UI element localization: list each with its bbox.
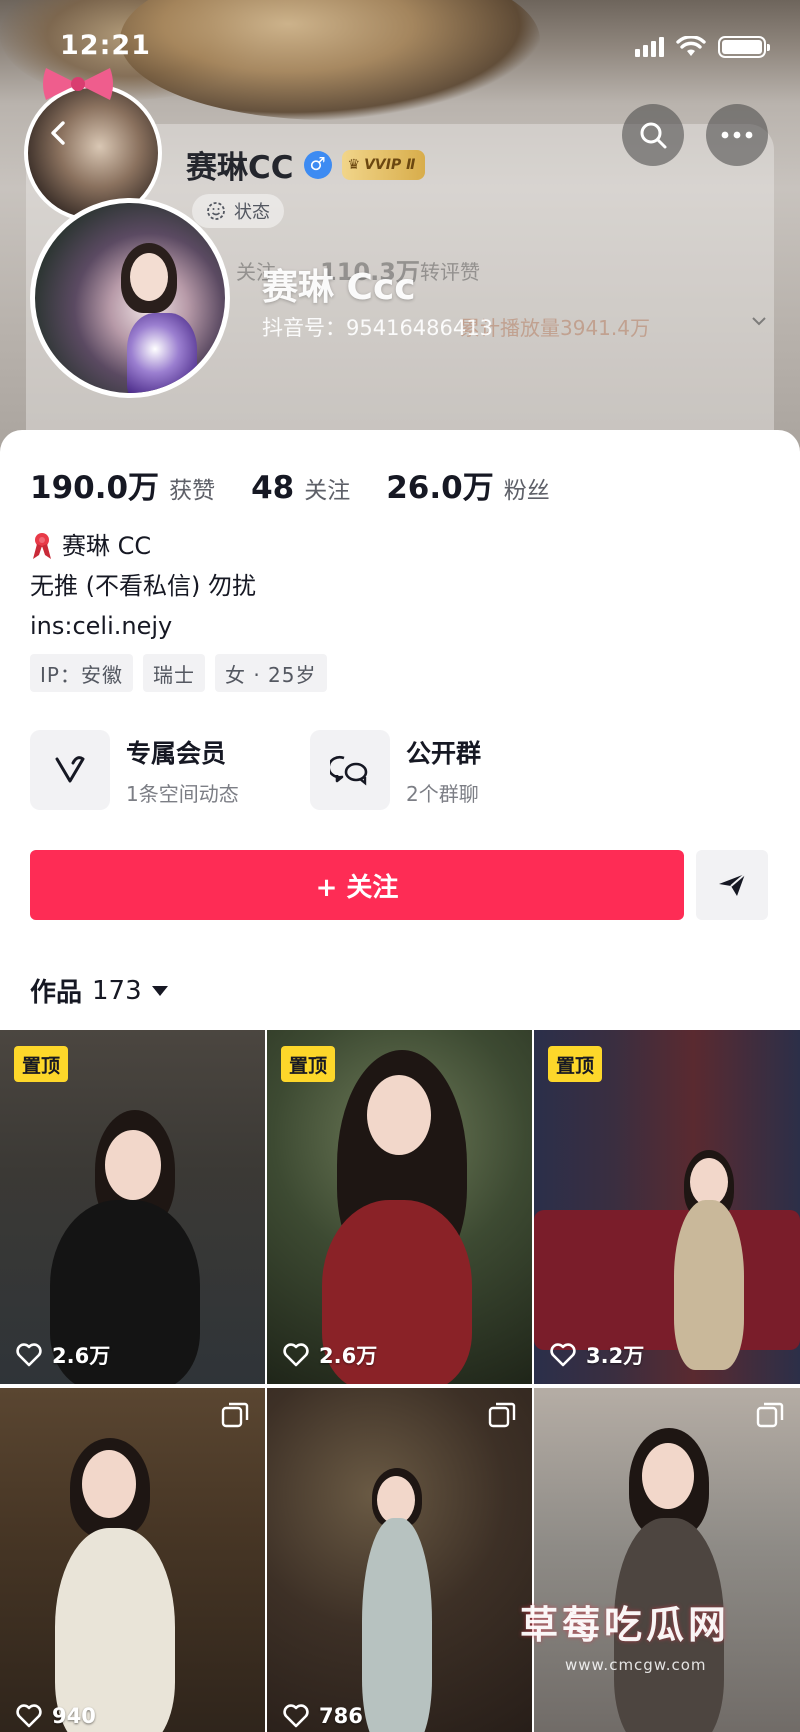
likes-stat[interactable]: 190.0万 获赞	[30, 462, 215, 507]
followers-label: 粉丝	[503, 478, 550, 504]
heart-v-icon	[30, 730, 110, 810]
followers-stat[interactable]: 26.0万 粉丝	[386, 462, 550, 507]
multi-image-icon	[221, 1402, 249, 1428]
search-icon	[640, 122, 667, 149]
search-button[interactable]	[622, 104, 684, 166]
ghost-interactions-text: 转评赞	[420, 260, 480, 284]
video-tile[interactable]: 940	[0, 1388, 265, 1732]
crown-icon: ♛	[347, 156, 361, 173]
gender-male-icon: ♂	[303, 150, 332, 179]
bio-line-2: 无推 (不看私信) 勿扰	[30, 572, 256, 600]
back-arrow-icon[interactable]	[44, 118, 74, 148]
group-subtitle: 2个群聊	[406, 781, 479, 806]
nickname-row: 赛琳CC ♂ ♛ VVIP Ⅱ	[186, 142, 426, 187]
like-count: 786	[283, 1704, 363, 1728]
battery-icon	[718, 36, 770, 58]
profile-tags: IP：安徽 瑞士 女 · 25岁	[30, 654, 327, 692]
followers-value: 26.0万	[386, 470, 494, 506]
following-label: 关注	[304, 478, 351, 504]
public-group[interactable]: 公开群 2个群聊	[310, 730, 481, 810]
video-tile[interactable]	[534, 1388, 800, 1732]
wifi-icon	[676, 36, 706, 56]
caret-down-icon	[151, 985, 168, 996]
bio-line-1-text: 赛琳 CC	[62, 532, 152, 560]
avatar[interactable]	[30, 198, 230, 398]
membership-subtitle: 1条空间动态	[126, 781, 239, 806]
tag-ip: IP：安徽	[30, 654, 133, 692]
pinned-badge: 置顶	[281, 1046, 336, 1082]
bio: 赛琳 CC 无推 (不看私信) 勿扰 ins:celi.nejy	[30, 526, 256, 646]
like-count: 2.6万	[283, 1340, 377, 1370]
group-title: 公开群	[406, 738, 482, 768]
douyin-id[interactable]: 抖音号：95416486413	[262, 312, 493, 342]
video-tile[interactable]: 置顶 3.2万	[534, 1030, 800, 1384]
chat-bubbles-icon	[310, 730, 390, 810]
pinned-badge: 置顶	[548, 1046, 603, 1082]
more-button[interactable]	[706, 104, 768, 166]
status-bar: 12:21	[0, 0, 800, 96]
heart-icon	[16, 1704, 42, 1728]
ribbon-icon	[33, 533, 51, 559]
follow-label: + 关注	[315, 872, 399, 903]
pinned-badge: 置顶	[14, 1046, 69, 1082]
exclusive-membership[interactable]: 专属会员 1条空间动态	[30, 730, 239, 810]
watermark-url: www.cmcgw.com	[565, 1656, 707, 1674]
tag-location: 瑞士	[142, 654, 205, 692]
more-dots-icon	[721, 131, 753, 139]
bow-icon	[43, 68, 113, 100]
works-count: 173	[92, 975, 142, 1006]
profile-header-background: 12:21 赛琳CC ♂ ♛ VVIP Ⅱ 状态 关注 110.3万 转评赞 累…	[0, 0, 800, 470]
profile-page: 12:21 赛琳CC ♂ ♛ VVIP Ⅱ 状态 关注 110.3万 转评赞 累…	[0, 0, 800, 1732]
video-tile[interactable]: 置顶 2.6万	[267, 1030, 532, 1384]
signal-icon	[635, 37, 664, 57]
heart-icon	[16, 1343, 42, 1367]
multi-image-icon	[756, 1402, 784, 1428]
video-tile[interactable]: 786	[267, 1388, 532, 1732]
bio-line-3: ins:celi.nejy	[30, 612, 173, 640]
membership-title: 专属会员	[126, 738, 227, 768]
multi-image-icon	[488, 1402, 516, 1428]
status-label: 状态	[234, 202, 270, 223]
heart-icon	[550, 1343, 576, 1367]
heart-icon	[283, 1704, 309, 1728]
nickname: 赛琳CC	[186, 150, 294, 186]
chevron-down-icon[interactable]	[750, 312, 768, 330]
send-icon	[719, 873, 746, 896]
works-tab[interactable]: 作品 173	[30, 972, 168, 1009]
following-value: 48	[251, 470, 295, 506]
likes-label: 获赞	[169, 478, 216, 504]
vip-label: VVIP Ⅱ	[364, 156, 416, 173]
heart-icon	[283, 1343, 309, 1367]
video-tile[interactable]: 置顶 2.6万	[0, 1030, 265, 1384]
status-time: 12:21	[60, 30, 151, 61]
share-button[interactable]	[696, 850, 768, 920]
vip-badge[interactable]: ♛ VVIP Ⅱ	[341, 149, 426, 180]
watermark-text: 草莓吃瓜网	[520, 1603, 731, 1647]
smile-icon	[207, 202, 225, 220]
works-label: 作品	[30, 978, 83, 1008]
bio-line-1: 赛琳 CC	[30, 526, 256, 566]
following-stat[interactable]: 48 关注	[251, 470, 350, 506]
status-chip[interactable]: 状态	[192, 194, 284, 228]
like-count: 3.2万	[550, 1340, 644, 1370]
tag-gender-age: 女 · 25岁	[214, 654, 327, 692]
display-name: 赛琳 Ccc	[262, 267, 416, 308]
like-count: 940	[16, 1704, 96, 1728]
likes-value: 190.0万	[30, 470, 160, 506]
stats-row: 190.0万 获赞 48 关注 26.0万 粉丝	[30, 462, 550, 507]
follow-button[interactable]: + 关注	[30, 850, 684, 920]
like-count: 2.6万	[16, 1340, 110, 1370]
status-icons	[635, 36, 770, 58]
